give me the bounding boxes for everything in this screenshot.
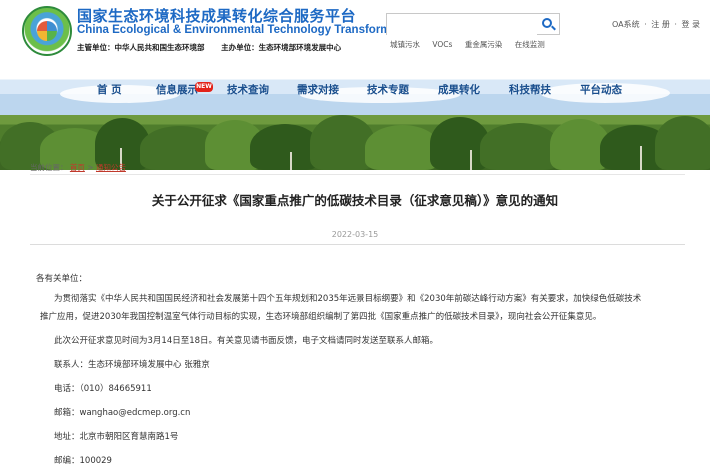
article-date: 2022-03-15 bbox=[331, 230, 379, 239]
nav-item-tech-assistance[interactable]: 科技帮扶 bbox=[509, 82, 551, 97]
paragraph-1-line-1: 为贯彻落实《中华人民共和国国民经济和社会发展第十四个五年规划和2035年远景目标… bbox=[54, 294, 642, 304]
breadcrumb-home-link[interactable]: 首页 bbox=[70, 163, 85, 172]
site-logo-icon[interactable] bbox=[22, 6, 72, 56]
login-link[interactable]: 登 录 bbox=[681, 20, 700, 29]
register-link[interactable]: 注 册 bbox=[651, 20, 670, 29]
breadcrumb-separator: > bbox=[87, 163, 94, 172]
contact-address: 地址：北京市朝阳区育慧南路1号 bbox=[54, 432, 179, 442]
breadcrumb-prefix: 当前位置： bbox=[30, 163, 68, 172]
greeting: 各有关单位： bbox=[36, 274, 88, 284]
paragraph-2: 此次公开征求意见时间为3月14日至18日。有关意见请书面反馈，电子文档请同时发送… bbox=[54, 336, 439, 346]
nav-item-tech-query[interactable]: 技术查询 bbox=[227, 82, 269, 97]
site-title[interactable]: 国家生态环境科技成果转化综合服务平台 bbox=[77, 5, 356, 26]
top-links: OA系统 · 注 册 · 登 录 bbox=[612, 19, 702, 30]
search-icon[interactable] bbox=[540, 17, 556, 33]
organizer-unit: 主办单位：生态环境部环境发展中心 bbox=[221, 43, 342, 52]
contact-person: 联系人：生态环境部环境发展中心 张雅京 bbox=[54, 360, 210, 370]
nav-item-info-display[interactable]: 信息展示 bbox=[156, 82, 198, 97]
contact-email: 邮箱：wanghao@edcmep.org.cn bbox=[54, 408, 191, 418]
search-input[interactable] bbox=[387, 17, 537, 37]
breadcrumb-divider bbox=[30, 174, 685, 175]
nav-item-achievement-transfer[interactable]: 成果转化 bbox=[438, 82, 480, 97]
nav-item-demand-match[interactable]: 需求对接 bbox=[297, 82, 339, 97]
link-separator: · bbox=[674, 20, 677, 29]
sponsor-unit: 主管单位：中华人民共和国生态环境部 bbox=[77, 43, 205, 52]
article-title: 关于公开征求《国家重点推广的低碳技术目录（征求意见稿）》意见的通知 bbox=[151, 193, 559, 208]
site-header: 国家生态环境科技成果转化综合服务平台 China Ecological & En… bbox=[0, 0, 710, 75]
hot-search-tags: 城镇污水 VOCs 重金属污染 在线监测 bbox=[390, 39, 555, 50]
new-badge: NEW bbox=[195, 82, 213, 92]
title-divider bbox=[30, 244, 685, 245]
site-title-english: China Ecological & Environmental Technol… bbox=[77, 24, 419, 36]
sponsor-info: 主管单位：中华人民共和国生态环境部 主办单位：生态环境部环境发展中心 bbox=[77, 42, 355, 53]
paragraph-1-line-2: 推广应用，促进2030年我国控制温室气体行动目标的实现，生态环境部组织编制了第四… bbox=[40, 312, 602, 322]
hot-tag[interactable]: 在线监测 bbox=[515, 40, 545, 49]
nav-item-tech-topics[interactable]: 技术专题 bbox=[367, 82, 409, 97]
contact-postcode: 邮编：100029 bbox=[54, 456, 112, 466]
search-box bbox=[386, 13, 560, 37]
breadcrumb-current-link[interactable]: 通知公告 bbox=[96, 163, 126, 172]
link-separator: · bbox=[644, 20, 647, 29]
hot-tag[interactable]: VOCs bbox=[432, 40, 452, 49]
nav-item-platform-news[interactable]: 平台动态 bbox=[580, 82, 622, 97]
hot-tag[interactable]: 重金属污染 bbox=[465, 40, 503, 49]
logo-emblem bbox=[37, 21, 57, 41]
contact-phone: 电话：（010）84665911 bbox=[54, 384, 152, 394]
nav-menu: 首 页 信息展示 技术查询 需求对接 技术专题 成果转化 科技帮扶 平台动态 bbox=[0, 82, 710, 104]
oa-system-link[interactable]: OA系统 bbox=[612, 20, 640, 29]
hot-tag[interactable]: 城镇污水 bbox=[390, 40, 420, 49]
breadcrumb: 当前位置： 首页 > 通知公告 bbox=[30, 162, 126, 173]
main-navigation-banner: 首 页 信息展示 技术查询 需求对接 技术专题 成果转化 科技帮扶 平台动态 bbox=[0, 75, 710, 170]
nav-item-home[interactable]: 首 页 bbox=[97, 82, 122, 97]
